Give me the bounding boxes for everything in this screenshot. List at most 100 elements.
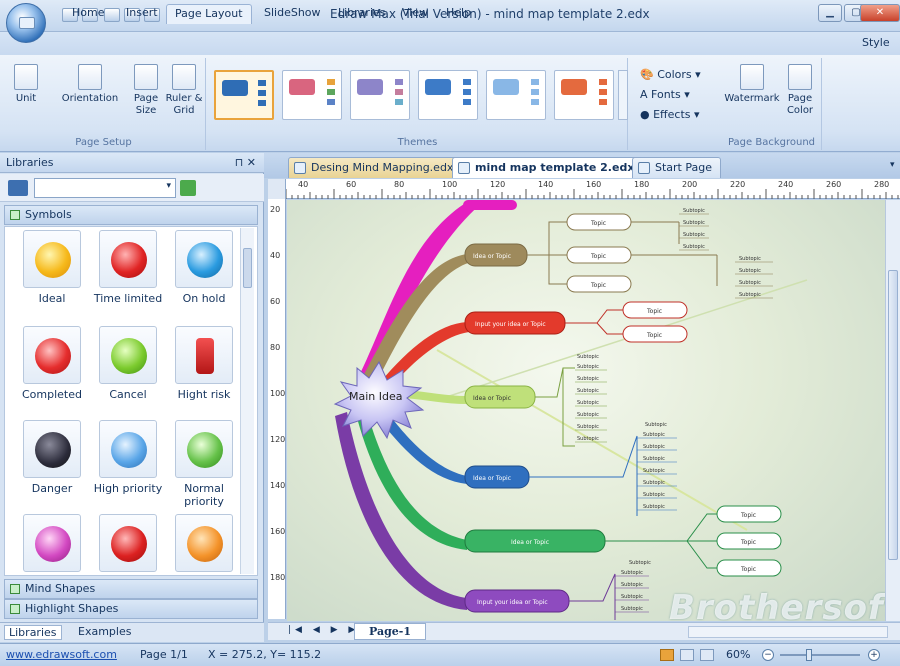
- fonts-button[interactable]: A Fonts ▾: [640, 88, 690, 101]
- zoom-slider[interactable]: [780, 654, 860, 656]
- ruler-label: 20: [270, 205, 281, 214]
- tab-libraries[interactable]: Libraries: [330, 4, 394, 24]
- zoom-slider-thumb[interactable]: [806, 649, 812, 661]
- section-symbols[interactable]: Symbols: [4, 205, 258, 225]
- examples-bottom-tab[interactable]: Examples: [78, 625, 131, 638]
- page-color-button[interactable]: Page Color: [780, 64, 820, 117]
- main-idea-label[interactable]: Main Idea: [349, 390, 403, 403]
- symbols-scrollbar[interactable]: [240, 228, 254, 574]
- unit-button[interactable]: Unit: [6, 64, 46, 105]
- style-menu[interactable]: Style: [862, 36, 890, 49]
- subtopic-label: Subtopic: [739, 280, 761, 286]
- green-connectors: [605, 513, 717, 569]
- tab-home[interactable]: Home: [64, 4, 112, 24]
- symbol-cancel[interactable]: Cancel: [90, 326, 166, 401]
- watermark-button[interactable]: Watermark: [724, 64, 780, 105]
- view-web-icon[interactable]: [700, 649, 714, 661]
- node-label: Idea or Topic: [473, 395, 511, 402]
- ruler-label: 240: [778, 180, 794, 189]
- subtopic-label: Subtopic: [643, 480, 665, 486]
- subtopic-label: Subtopic: [683, 244, 705, 250]
- subtopic-label: Subtopic: [577, 376, 599, 382]
- view-full-icon[interactable]: [680, 649, 694, 661]
- drawing-canvas[interactable]: Main Idea Idea or Topic Input your idea …: [287, 200, 885, 621]
- section-mind-shapes[interactable]: Mind Shapes: [4, 579, 258, 599]
- symbol-normal-priority[interactable]: Normal priority: [166, 420, 242, 508]
- page-size-button[interactable]: Page Size: [126, 64, 166, 117]
- status-bar: www.edrawsoft.com Page 1/1 X = 275.2, Y=…: [0, 643, 900, 666]
- doc-tab-start-page[interactable]: Start Page: [632, 157, 721, 178]
- symbol-low-priority[interactable]: [14, 514, 90, 576]
- symbol-completed[interactable]: Completed: [14, 326, 90, 401]
- tab-page-layout[interactable]: Page Layout: [166, 4, 252, 24]
- library-search-combo[interactable]: ▾: [34, 178, 176, 198]
- symbol-ideal[interactable]: Ideal: [14, 230, 90, 305]
- doc-tab-desing-mind-mapping[interactable]: Desing Mind Mapping.edx: [288, 157, 463, 178]
- colors-button[interactable]: 🎨 Colors ▾: [640, 68, 701, 81]
- subtopic-label: Subtopic: [629, 560, 651, 566]
- symbol-hight-risk[interactable]: Hight risk: [166, 326, 242, 401]
- ruler-label: 160: [586, 180, 602, 189]
- theme-6[interactable]: [554, 70, 614, 120]
- ruler-grid-button[interactable]: Ruler & Grid: [164, 64, 204, 117]
- subtopic-label: Subtopic: [577, 364, 599, 370]
- zoom-in-icon[interactable]: +: [868, 649, 880, 661]
- ruler-label: 140: [538, 180, 554, 189]
- svg-text:Topic: Topic: [646, 332, 662, 339]
- section-highlight-shapes[interactable]: Highlight Shapes: [4, 599, 258, 619]
- theme-4[interactable]: [418, 70, 478, 120]
- effects-button[interactable]: ● Effects ▾: [640, 108, 700, 121]
- horizontal-ruler: 40 60 80 100 120 140 160 180 200 220 240…: [286, 179, 900, 199]
- vertical-scrollbar[interactable]: [885, 200, 900, 621]
- theme-3[interactable]: [350, 70, 410, 120]
- subtopic-label: Subtopic: [577, 424, 599, 430]
- minimize-button[interactable]: ▁: [818, 4, 842, 22]
- svg-text:Topic: Topic: [740, 566, 756, 573]
- ruler-label: 280: [874, 180, 890, 189]
- symbol-time-limited[interactable]: Time limited: [90, 230, 166, 305]
- view-normal-icon[interactable]: [660, 649, 674, 661]
- tab-slideshow[interactable]: SlideShow: [256, 4, 329, 24]
- symbol-on-hold[interactable]: On hold: [166, 230, 242, 305]
- node-magenta: [463, 200, 517, 210]
- tab-insert[interactable]: Insert: [118, 4, 166, 24]
- tab-list-chevron-icon[interactable]: ▾: [890, 160, 895, 170]
- symbol-orange[interactable]: [166, 514, 242, 576]
- ruler-label: 60: [270, 297, 281, 306]
- mind-map: Main Idea Idea or Topic Input your idea …: [333, 200, 808, 620]
- panel-pin-close-icon[interactable]: ⊓ ✕: [235, 153, 256, 173]
- themes-scroll[interactable]: [618, 70, 628, 120]
- zoom-level: 60%: [726, 648, 751, 661]
- page-color-icon: [788, 64, 812, 90]
- zoom-out-icon[interactable]: −: [762, 649, 774, 661]
- tab-help[interactable]: Help: [438, 4, 479, 24]
- page-tab[interactable]: Page-1: [354, 623, 427, 640]
- libraries-header: Libraries ⊓ ✕: [0, 153, 264, 173]
- tab-view[interactable]: View: [394, 4, 436, 24]
- add-library-icon[interactable]: [180, 180, 196, 196]
- subtopic-label: Subtopic: [683, 208, 705, 214]
- close-button[interactable]: ✕: [860, 4, 900, 22]
- website-link[interactable]: www.edrawsoft.com: [6, 644, 117, 666]
- application-menu-button[interactable]: [6, 3, 46, 43]
- document-icon: [458, 162, 470, 174]
- symbol-danger[interactable]: Danger: [14, 420, 90, 495]
- symbol-arrow-down[interactable]: [90, 514, 166, 576]
- vertical-ruler: 20 40 60 80 100 120 140 160 180: [268, 199, 286, 619]
- orientation-button[interactable]: Orientation: [60, 64, 120, 105]
- theme-5[interactable]: [486, 70, 546, 120]
- subtopic-label: Subtopic: [643, 504, 665, 510]
- symbol-high-priority[interactable]: High priority: [90, 420, 166, 495]
- watermark-icon: [740, 64, 764, 90]
- subtopic-label: Subtopic: [683, 220, 705, 226]
- subtopic-label: Subtopic: [621, 594, 643, 600]
- library-menu-icon[interactable]: [8, 180, 28, 196]
- libraries-bottom-tab[interactable]: Libraries: [4, 625, 62, 640]
- doc-tab-mind-map-template[interactable]: mind map template 2.edx ✕: [452, 157, 657, 178]
- svg-text:Topic: Topic: [590, 220, 606, 227]
- horizontal-scrollbar[interactable]: [688, 626, 888, 638]
- page-count: Page 1/1: [140, 648, 188, 661]
- theme-2[interactable]: [282, 70, 342, 120]
- theme-1[interactable]: [214, 70, 274, 120]
- watermark-text: Brothersoft: [669, 588, 885, 621]
